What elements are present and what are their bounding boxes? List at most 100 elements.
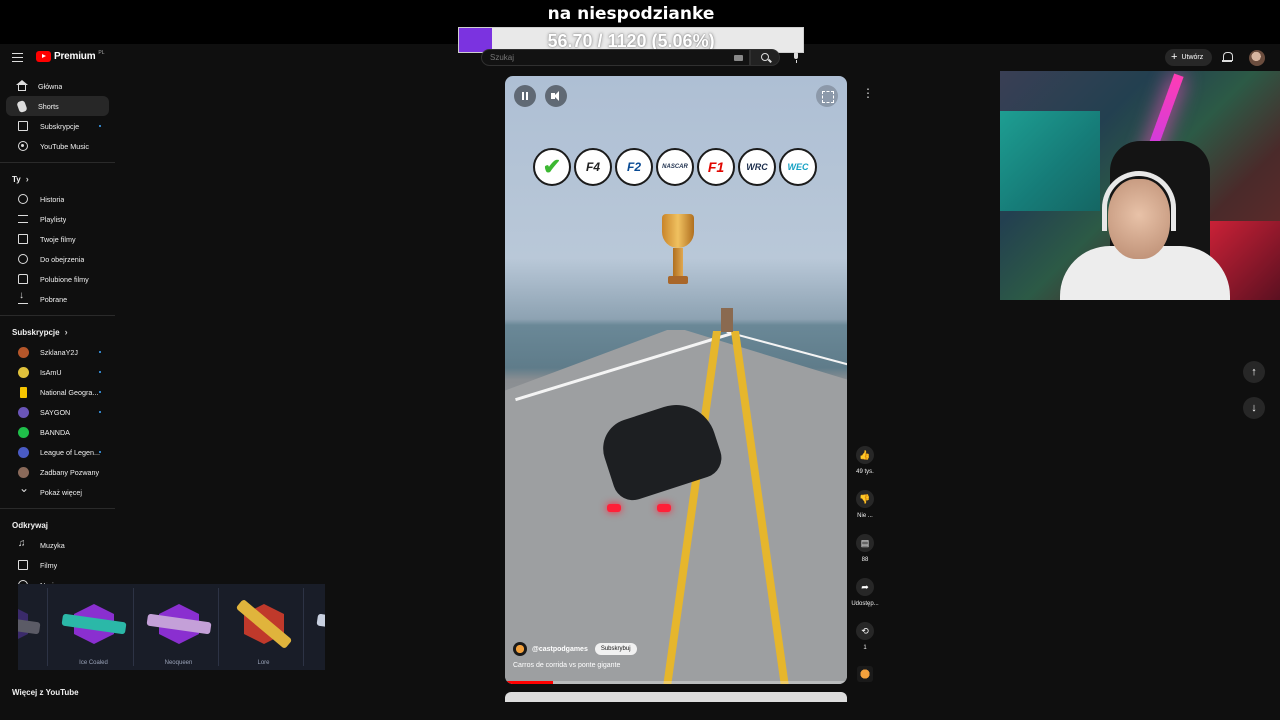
next-short-preview[interactable]	[505, 692, 847, 702]
weapon-icon	[316, 613, 325, 635]
logo-text: Premium	[54, 51, 96, 62]
sidebar-item-label: Do obejrzenia	[40, 254, 85, 264]
sidebar-item-label: Subskrypcje	[40, 121, 80, 131]
sidebar-item-history[interactable]: Historia	[6, 189, 109, 209]
share-button[interactable]: ➦ Udostęp...	[848, 578, 882, 622]
sidebar-channel[interactable]: SAYGON	[6, 402, 109, 422]
short-video-player[interactable]: ✔ F4 F2 NASCAR F1 WRC WEC @castpodgames …	[505, 76, 847, 684]
like-icon	[18, 274, 28, 284]
sidebar-item-shorts[interactable]: Shorts	[6, 96, 109, 116]
subscribe-button[interactable]: Subskrybuj	[594, 643, 637, 655]
next-short-button[interactable]: ↓	[1243, 397, 1265, 419]
badge-nascar: NASCAR	[656, 148, 694, 186]
history-icon	[18, 194, 28, 204]
weapon-label: Lore	[257, 660, 270, 666]
dislike-button[interactable]: 👎 Nie ...	[848, 490, 882, 534]
sidebar-item-playlists[interactable]: Playlisty	[6, 209, 109, 229]
menu-icon[interactable]	[12, 53, 23, 62]
mic-icon[interactable]	[788, 50, 804, 66]
more-options-icon[interactable]	[856, 86, 874, 104]
sidebar-channel[interactable]: BANNDA	[6, 422, 109, 442]
chevron-right-icon: ›	[64, 327, 68, 337]
sidebar-item-liked-videos[interactable]: Polubione filmy	[6, 269, 109, 289]
short-progress-fill	[505, 681, 553, 684]
sidebar-item-label: Shorts	[38, 101, 59, 111]
remix-icon: ⟲	[856, 622, 874, 640]
badge-f4: F4	[574, 148, 612, 186]
thumbs-up-icon: 👍	[856, 446, 874, 464]
channel-avatar[interactable]	[513, 642, 527, 656]
like-button[interactable]: 👍 49 tys.	[848, 446, 882, 490]
channel-name: National Geogra...	[40, 387, 99, 397]
channel-name: Zadbany Pozwany	[40, 467, 100, 477]
series-badges: ✔ F4 F2 NASCAR F1 WRC WEC	[533, 148, 817, 186]
channel-thumbnail-button[interactable]	[848, 666, 882, 686]
youtube-logo[interactable]: Premium PL	[36, 50, 105, 62]
channel-name: SAYGON	[40, 407, 71, 417]
channel-row: @castpodgames Subskrybuj	[513, 642, 637, 656]
shorts-icon	[16, 99, 28, 113]
sidebar-item-label: Playlisty	[40, 214, 67, 224]
channel-name: IsAmU	[40, 367, 62, 377]
volume-icon[interactable]	[545, 85, 567, 107]
trophy-base	[668, 276, 688, 284]
badge-f2: F2	[615, 148, 653, 186]
remix-button[interactable]: ⟲ 1	[848, 622, 882, 666]
create-button[interactable]: + Utwórz	[1165, 49, 1212, 66]
subscriptions-icon	[18, 121, 28, 131]
sidebar-channel[interactable]: League of Legen...	[6, 442, 109, 462]
search-button[interactable]	[750, 49, 780, 66]
trophy-cup	[662, 214, 694, 248]
weapon-item: Lore	[224, 588, 304, 666]
section-explore: Odkrywaj	[0, 515, 115, 535]
channel-name[interactable]: @castpodgames	[532, 646, 588, 653]
channel-avatar	[18, 406, 29, 418]
fullscreen-icon[interactable]	[816, 85, 838, 107]
new-content-dot	[99, 411, 101, 413]
sidebar-item-youtube-music[interactable]: YouTube Music	[6, 136, 109, 156]
sidebar-channel[interactable]: Zadbany Pozwany	[6, 462, 109, 482]
avatar[interactable]	[1249, 50, 1265, 66]
sidebar-channel[interactable]: SzklanaY2J	[6, 342, 109, 362]
bell-icon[interactable]	[1222, 52, 1233, 62]
sidebar-channel[interactable]: National Geogra...	[6, 382, 109, 402]
section-title: Odkrywaj	[12, 520, 49, 530]
short-title[interactable]: Carros de corrida vs ponte gigante	[513, 662, 620, 669]
create-label: Utwórz	[1181, 54, 1204, 61]
sidebar-channel[interactable]: IsAmU	[6, 362, 109, 382]
weapon-item	[18, 588, 48, 666]
search-box	[481, 49, 750, 66]
sidebar-item-label: Historia	[40, 194, 65, 204]
sidebar-item-downloads[interactable]: Pobrane	[6, 289, 109, 309]
arrow-up-icon: ↑	[1251, 366, 1257, 378]
previous-short-button[interactable]: ↑	[1243, 361, 1265, 383]
keyboard-icon[interactable]	[734, 55, 743, 61]
race-car-light	[607, 504, 621, 512]
app-root: na niespodzianke 56.70 / 1120 (5.06%) Pr…	[0, 0, 1280, 720]
sidebar-item-your-videos[interactable]: Twoje filmy	[6, 229, 109, 249]
channel-avatar	[18, 346, 29, 358]
channel-name: BANNDA	[40, 427, 70, 437]
comments-button[interactable]: ▤ 88	[848, 534, 882, 578]
sidebar-item-music[interactable]: Muzyka	[6, 535, 109, 555]
sidebar-item-home[interactable]: Główna	[6, 76, 109, 96]
pause-icon[interactable]	[514, 85, 536, 107]
new-content-dot	[99, 391, 101, 393]
comment-icon: ▤	[856, 534, 874, 552]
section-title: Ty	[12, 174, 21, 184]
show-more-button[interactable]: Pokaż więcej	[6, 481, 109, 502]
sidebar-item-watch-later[interactable]: Do obejrzenia	[6, 249, 109, 269]
section-you[interactable]: Ty ›	[0, 169, 115, 189]
badge-wec: WEC	[779, 148, 817, 186]
short-progress-bar[interactable]	[505, 681, 847, 684]
sidebar-item-films[interactable]: Filmy	[6, 555, 109, 575]
race-car-light	[657, 504, 671, 512]
section-subscriptions[interactable]: Subskrypcje ›	[0, 322, 115, 342]
race-car-body	[595, 394, 727, 506]
weapon-item: Neoqueen	[139, 588, 219, 666]
webcam-overlay	[1000, 71, 1280, 300]
sidebar-item-subscriptions[interactable]: Subskrypcje	[6, 116, 109, 136]
sidebar-item-label: Główna	[38, 81, 63, 91]
clock-icon	[18, 254, 28, 264]
search-input[interactable]	[490, 53, 720, 62]
